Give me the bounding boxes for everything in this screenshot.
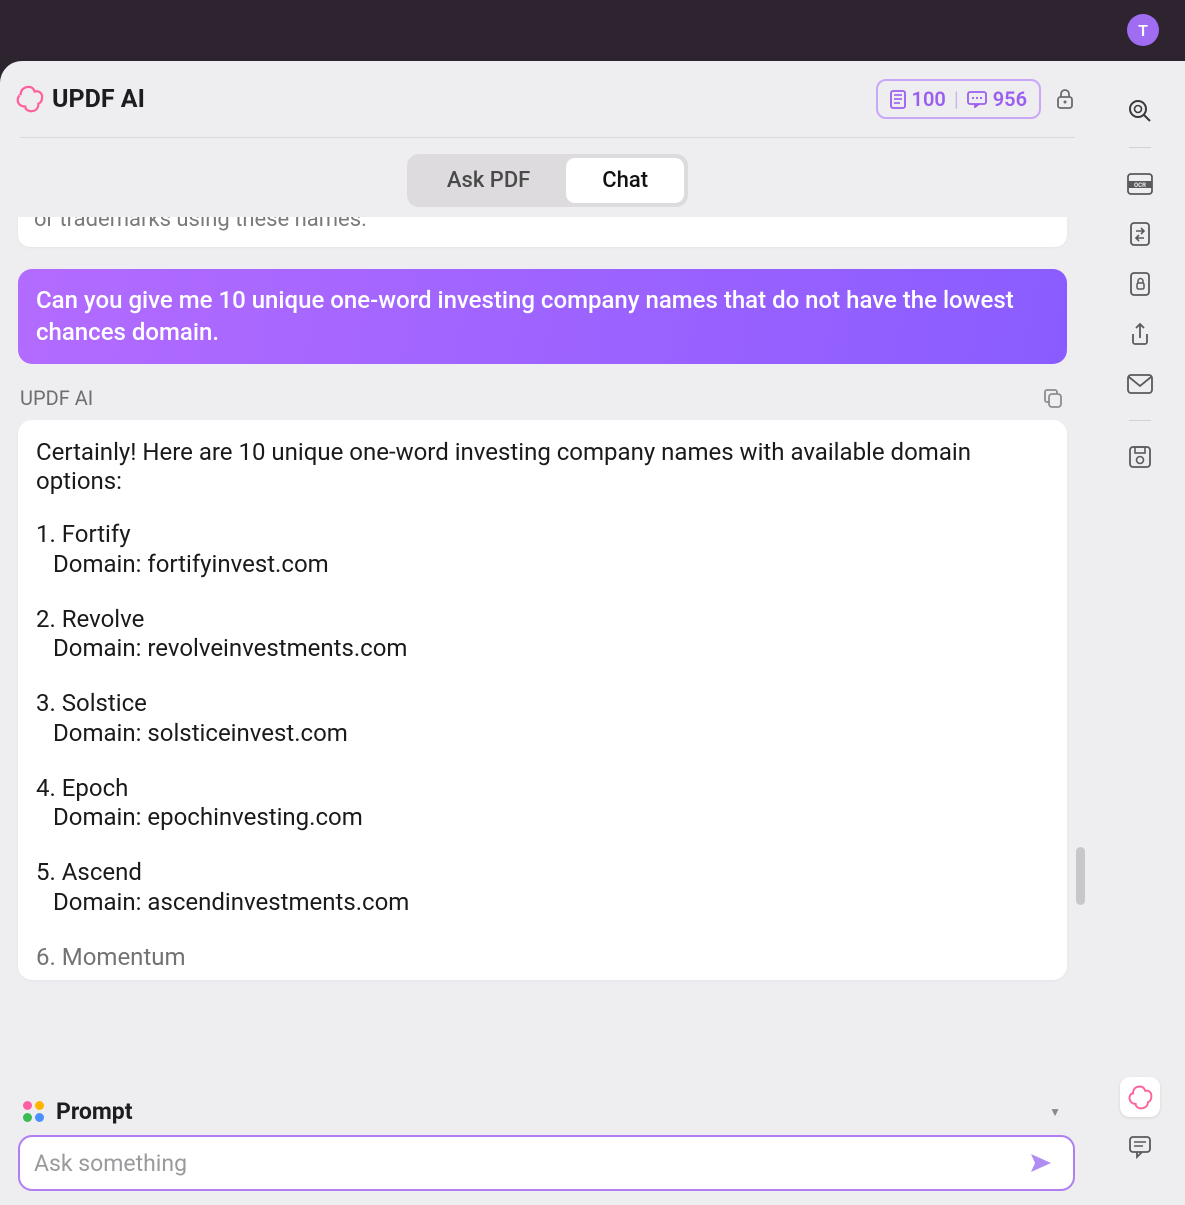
- user-message: Can you give me 10 unique one-word inves…: [18, 269, 1067, 363]
- copy-icon[interactable]: [1041, 386, 1065, 410]
- page-count-icon: [890, 90, 906, 109]
- message-count-icon: [967, 91, 987, 108]
- search-icon[interactable]: [1120, 91, 1160, 131]
- panel-header: UPDF AI 100 | 956: [0, 61, 1095, 137]
- list-item: 4. EpochDomain: epochinvesting.com: [36, 774, 1049, 833]
- counter-separator: |: [954, 87, 959, 111]
- app-title: UPDF AI: [52, 85, 145, 114]
- list-item-cutoff: 6. Momentum: [36, 943, 1049, 972]
- usage-counter[interactable]: 100 | 956: [876, 79, 1041, 119]
- ai-sender-label: UPDF AI: [20, 386, 93, 410]
- updf-logo-icon: [14, 84, 44, 114]
- mode-tabs: Ask PDF Chat: [407, 154, 688, 207]
- tab-ask-pdf[interactable]: Ask PDF: [411, 158, 566, 203]
- toolbar-separator: [1129, 147, 1151, 148]
- protect-icon[interactable]: [1120, 264, 1160, 304]
- chat-input-wrap: [18, 1135, 1075, 1191]
- ai-intro: Certainly! Here are 10 unique one-word i…: [36, 438, 1049, 497]
- chat-scroll[interactable]: or trademarks using these names. Can you…: [0, 217, 1091, 1084]
- previous-ai-text: or trademarks using these names.: [34, 217, 367, 232]
- prompt-label: Prompt: [56, 1098, 133, 1125]
- list-item: 3. SolsticeDomain: solsticeinvest.com: [36, 689, 1049, 748]
- comment-icon[interactable]: [1120, 1127, 1160, 1167]
- ai-message: Certainly! Here are 10 unique one-word i…: [18, 420, 1067, 980]
- send-button[interactable]: [1025, 1147, 1057, 1179]
- right-toolbar: OCR: [1095, 61, 1185, 1205]
- list-item: 2. RevolveDomain: revolveinvestments.com: [36, 605, 1049, 664]
- scrollbar-track[interactable]: [1073, 217, 1085, 1084]
- tab-chat[interactable]: Chat: [566, 158, 684, 203]
- share-icon[interactable]: [1120, 314, 1160, 354]
- save-icon[interactable]: [1120, 437, 1160, 477]
- user-avatar[interactable]: T: [1127, 14, 1159, 46]
- svg-text:OCR: OCR: [1134, 182, 1146, 189]
- mail-icon[interactable]: [1120, 364, 1160, 404]
- message-count: 956: [993, 87, 1027, 111]
- prompt-selector[interactable]: Prompt ▼: [18, 1090, 1075, 1135]
- scrollbar-thumb[interactable]: [1076, 847, 1085, 905]
- page-count: 100: [912, 87, 946, 111]
- chevron-down-icon: ▼: [1049, 1105, 1061, 1119]
- prompt-dots-icon: [22, 1100, 46, 1124]
- lock-icon[interactable]: [1055, 87, 1075, 111]
- list-item: 5. AscendDomain: ascendinvestments.com: [36, 858, 1049, 917]
- previous-ai-message-tail: or trademarks using these names.: [18, 217, 1067, 247]
- list-item: 1. FortifyDomain: fortifyinvest.com: [36, 520, 1049, 579]
- ai-panel-icon[interactable]: [1120, 1077, 1160, 1117]
- toolbar-separator: [1129, 420, 1151, 421]
- chat-input[interactable]: [34, 1150, 1025, 1177]
- convert-icon[interactable]: [1120, 214, 1160, 254]
- ocr-icon[interactable]: OCR: [1120, 164, 1160, 204]
